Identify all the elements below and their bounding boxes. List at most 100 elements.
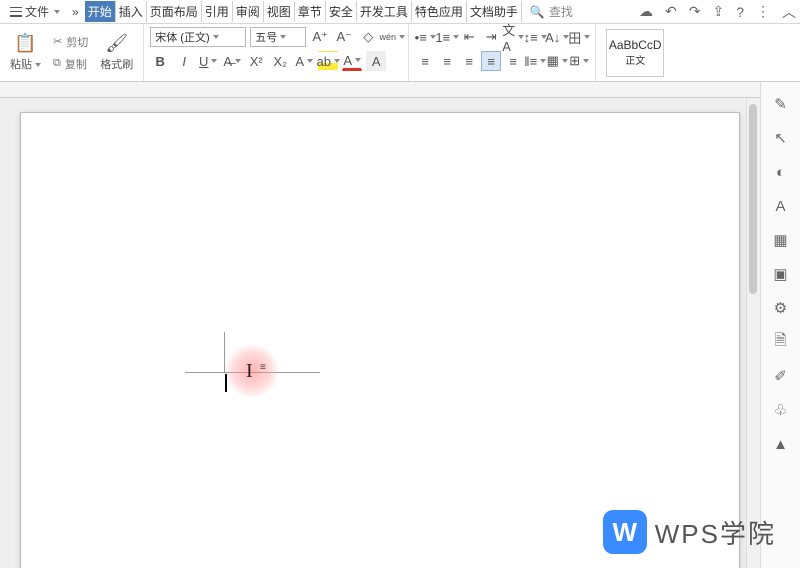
copy-label: 复制 <box>65 56 87 72</box>
tab-view[interactable]: 视图 <box>264 1 295 22</box>
line-space-2-button[interactable]: ‖≡ <box>525 51 545 71</box>
underline-button[interactable]: U <box>198 51 218 71</box>
copy-button[interactable]: ⧉ 复制 <box>51 55 90 73</box>
align-left-button[interactable]: ≡ <box>415 51 435 71</box>
file-menu[interactable]: 文件 <box>4 1 66 22</box>
tab-reference[interactable]: 引用 <box>202 1 233 22</box>
phonetic-button[interactable]: wén <box>382 27 402 47</box>
watermark: W WPS学院 <box>603 510 776 554</box>
paste-icon: 📋 <box>14 33 36 54</box>
font-name-dropdown[interactable]: 宋体 (正文) <box>150 27 246 47</box>
number-list-button[interactable]: 1≡ <box>437 27 457 47</box>
scroll-thumb[interactable] <box>749 104 757 294</box>
font-size-value: 五号 <box>255 29 277 45</box>
collapse-ribbon-icon[interactable]: ︿ <box>782 2 796 22</box>
decrease-indent-button[interactable]: ⇤ <box>459 27 479 47</box>
styles-group: AaBbCcD 正文 <box>596 24 674 81</box>
tab-special[interactable]: 特色应用 <box>412 1 467 22</box>
redo-icon[interactable]: ↷ <box>689 3 701 20</box>
decrease-font-button[interactable]: A⁻ <box>334 27 354 47</box>
tree-icon[interactable]: ♧ <box>771 400 791 420</box>
paragraph-group: •≡ 1≡ ⇤ ⇥ 文A ↕≡ A↓ 田 ≡ ≡ ≡ ≡ ≡ ‖≡ ▦ ⊞ <box>409 24 596 81</box>
watermark-text: WPS学院 <box>655 514 776 551</box>
cut-button[interactable]: ✂剪切 <box>51 33 90 51</box>
edit-icon[interactable]: ✐ <box>771 366 791 386</box>
font-group: 宋体 (正文) 五号 A⁺ A⁻ ◇ wén B I U A̶ X² X₂ A … <box>144 24 409 81</box>
sort-button[interactable]: A↓ <box>547 27 567 47</box>
menu-more[interactable]: » <box>66 3 85 21</box>
bullet-list-button[interactable]: •≡ <box>415 27 435 47</box>
hamburger-icon <box>10 7 22 17</box>
line-spacing-button[interactable]: ↕≡ <box>525 27 545 47</box>
borders-button[interactable]: 田 <box>569 27 589 47</box>
subscript-button[interactable]: X₂ <box>270 51 290 71</box>
ribbon: 📋 粘贴 ✂剪切 ⧉ 复制 🖌 格式刷 宋体 (正文) 五号 A⁺ A⁻ ◇ wé… <box>0 24 800 82</box>
image-icon[interactable]: ▲ <box>771 434 791 454</box>
pencil-icon[interactable]: ✎ <box>771 94 791 114</box>
cursor-icon[interactable]: ↖ <box>771 128 791 148</box>
workspace: I ≡ <box>0 82 760 568</box>
tab-insert[interactable]: 插入 <box>116 1 147 22</box>
italic-button[interactable]: I <box>174 51 194 71</box>
tab-security[interactable]: 安全 <box>326 1 357 22</box>
wps-logo-letter: W <box>612 517 637 548</box>
tab-doc-assistant[interactable]: 文档助手 <box>467 1 522 22</box>
ibeam-cursor-icon: I <box>246 360 253 383</box>
cloud-icon[interactable]: ☁ <box>639 3 653 20</box>
sliders-icon[interactable]: ⚙ <box>771 298 791 318</box>
superscript-button[interactable]: X² <box>246 51 266 71</box>
tab-page-layout[interactable]: 页面布局 <box>147 1 202 22</box>
tab-developer[interactable]: 开发工具 <box>357 1 412 22</box>
align-justify-button[interactable]: ≡ <box>481 51 501 71</box>
tab-chapter[interactable]: 章节 <box>295 1 326 22</box>
tab-start[interactable]: 开始 <box>85 1 116 22</box>
vertical-scrollbar[interactable] <box>746 98 760 568</box>
highlight-button[interactable]: ab <box>318 51 338 71</box>
search-button[interactable]: 🔍 查找 <box>530 3 573 20</box>
search-icon: 🔍 <box>530 5 545 19</box>
undo-icon[interactable]: ↶ <box>665 3 677 20</box>
document-page[interactable] <box>20 112 740 568</box>
text-effects-button[interactable]: A <box>294 51 314 71</box>
menubar: 文件 » 开始 插入 页面布局 引用 审阅 视图 章节 安全 开发工具 特色应用… <box>0 0 800 24</box>
copy-icon: ⧉ <box>53 57 61 70</box>
cut-label: 剪切 <box>66 34 88 50</box>
wps-logo-icon: W <box>603 510 647 554</box>
share-icon[interactable]: ⇪ <box>712 3 724 20</box>
increase-indent-button[interactable]: ⇥ <box>481 27 501 47</box>
format-painter-icon: 🖌 <box>105 33 128 54</box>
strike-button[interactable]: A̶ <box>222 51 242 71</box>
font-name-value: 宋体 (正文) <box>155 29 209 45</box>
format-painter-button[interactable]: 🖌 格式刷 <box>96 31 137 74</box>
clipboard-icon[interactable]: 🗎 <box>771 332 791 352</box>
more-icon[interactable]: ⋮ <box>756 3 770 20</box>
apps-icon[interactable]: ▣ <box>771 264 791 284</box>
right-sidebar: ✎ ↖ ◐ A ▦ ▣ ⚙ 🗎 ✐ ♧ ▲ <box>760 82 800 568</box>
align-center-button[interactable]: ≡ <box>437 51 457 71</box>
grid-icon[interactable]: ▦ <box>771 230 791 250</box>
ribbon-tabs: 开始 插入 页面布局 引用 审阅 视图 章节 安全 开发工具 特色应用 文档助手 <box>85 1 522 22</box>
tab-stops-button[interactable]: ⊞ <box>569 51 589 71</box>
search-label: 查找 <box>549 3 573 20</box>
style-name-label: 正文 <box>625 52 645 67</box>
loop-icon[interactable]: ◐ <box>771 162 791 182</box>
clear-format-button[interactable]: ◇ <box>358 27 378 47</box>
paste-button[interactable]: 📋 粘贴 <box>6 31 45 74</box>
style-normal[interactable]: AaBbCcD 正文 <box>606 29 664 77</box>
clipboard-group: 📋 粘贴 ✂剪切 ⧉ 复制 🖌 格式刷 <box>0 24 144 81</box>
increase-font-button[interactable]: A⁺ <box>310 27 330 47</box>
text-direction-button[interactable]: 文A <box>503 27 523 47</box>
font-size-dropdown[interactable]: 五号 <box>250 27 306 47</box>
tab-review[interactable]: 审阅 <box>233 1 264 22</box>
horizontal-ruler[interactable] <box>0 82 760 98</box>
align-right-button[interactable]: ≡ <box>459 51 479 71</box>
top-right-controls: ☁ ↶ ↷ ⇪ ? ⋮ ︿ <box>639 2 796 22</box>
distribute-button[interactable]: ≡ <box>503 51 523 71</box>
font-color-button[interactable]: A <box>342 51 362 71</box>
char-shading-button[interactable]: A <box>366 51 386 71</box>
shading-button[interactable]: ▦ <box>547 51 567 71</box>
bold-button[interactable]: B <box>150 51 170 71</box>
paragraph-align-icon: ≡ <box>260 362 266 373</box>
help-icon[interactable]: ? <box>736 4 744 20</box>
text-a-icon[interactable]: A <box>771 196 791 216</box>
